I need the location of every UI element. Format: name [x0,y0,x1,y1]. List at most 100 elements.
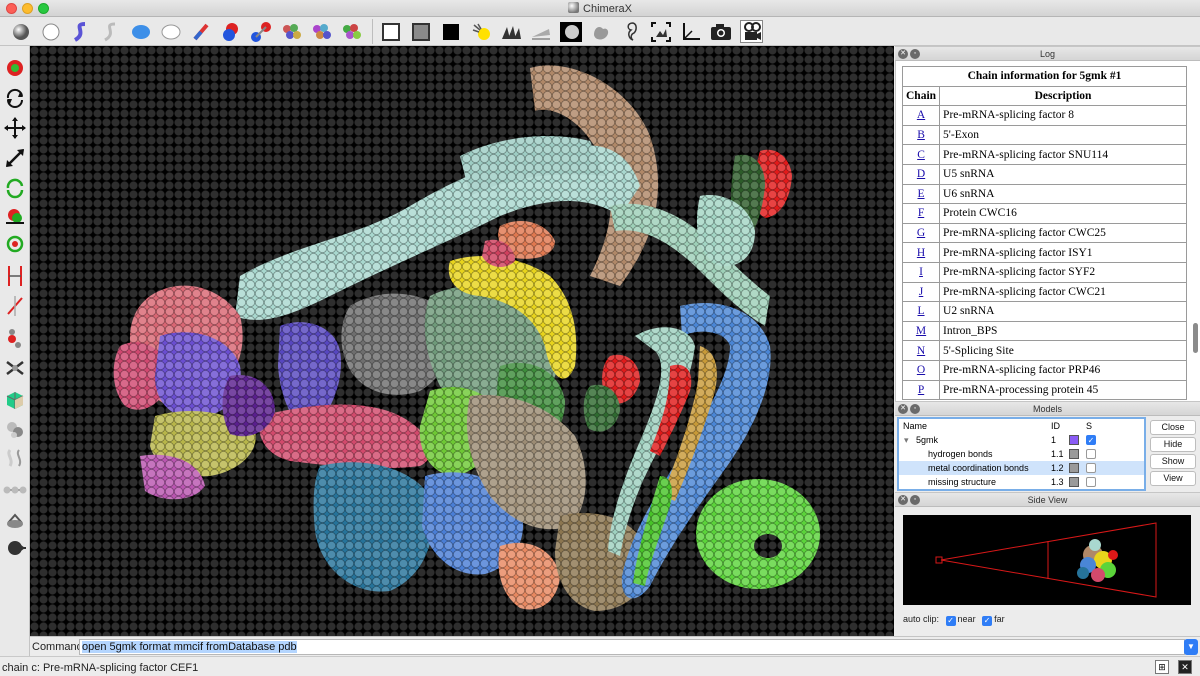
chain-link[interactable]: B [917,129,925,141]
model-row[interactable]: missing structure 1.3 [899,475,1144,489]
rainbow-icon[interactable] [340,20,363,43]
gray-background-icon[interactable] [409,20,432,43]
command-bar: Command: open 5gmk format mmcif fromData… [30,636,1200,656]
black-background-icon[interactable] [439,20,462,43]
chain-link[interactable]: I [919,266,923,278]
chain-link[interactable]: P [918,384,924,396]
distance-icon[interactable] [3,326,27,350]
chain-link[interactable]: L [918,305,925,317]
show-model-button[interactable]: Show [1150,454,1196,469]
view-model-button[interactable]: View [1150,471,1196,486]
stick-icon[interactable] [189,20,212,43]
model-color-swatch[interactable] [1069,463,1079,473]
rotate-mode-icon[interactable] [3,86,27,110]
chain-link[interactable]: D [917,168,925,180]
chain-description: Pre-mRNA-splicing factor 8 [939,105,1187,126]
model-color-swatch[interactable] [1069,435,1079,445]
model-shown-checkbox[interactable]: ✓ [1086,435,1096,445]
zoom-mode-icon[interactable] [3,146,27,170]
stop-icon[interactable]: ✕ [1178,660,1192,674]
chain-link[interactable]: H [917,247,925,259]
close-panel-icon[interactable]: ✕ [898,404,908,414]
simple-lighting-icon[interactable] [469,20,492,43]
models-panel-title: Models [1032,404,1062,414]
chain-link[interactable]: N [917,345,925,357]
chain-link[interactable]: E [918,188,925,200]
sphere-icon[interactable] [219,20,242,43]
models-tree[interactable]: Name ID S ▾ 5gmk 1 ✓ hydrogen bonds 1.1 … [897,417,1146,491]
molecule-render [30,46,894,636]
silhouettes-icon[interactable] [589,20,612,43]
view-all-icon[interactable] [649,20,672,43]
bond-rotation-icon[interactable] [3,446,27,470]
chain-description: Pre-mRNA-splicing factor CWC25 [939,222,1187,244]
chain-link[interactable]: C [917,149,925,161]
undock-panel-icon[interactable]: ◦ [910,49,920,59]
model-shown-checkbox[interactable] [1086,449,1096,459]
close-panel-icon[interactable]: ✕ [898,495,908,505]
color-by-polymer-icon[interactable] [310,20,333,43]
hide-cartoon-icon[interactable] [98,20,121,43]
chain-link[interactable]: A [917,109,925,121]
tug-atoms-icon[interactable] [3,478,27,502]
chain-link[interactable]: M [916,325,926,337]
model-color-swatch[interactable] [1069,477,1079,487]
hide-model-button[interactable]: Hide [1150,437,1196,452]
command-history-dropdown-icon[interactable]: ▼ [1184,639,1198,655]
selection-inspector-icon[interactable]: ⊞ [1155,660,1169,674]
near-clip-checkbox[interactable]: ✓ [945,616,956,626]
model-row-selected[interactable]: metal coordination bonds 1.2 [899,461,1144,475]
atoms-ball-icon[interactable] [9,20,32,43]
seahorse-icon[interactable] [619,20,642,43]
side-view-canvas[interactable] [903,515,1191,605]
undock-panel-icon[interactable]: ◦ [910,495,920,505]
model-shown-checkbox[interactable] [1086,477,1096,487]
expand-arrow-icon[interactable]: ▾ [904,433,909,447]
contour-level-icon[interactable] [3,536,27,560]
soft-lighting-icon[interactable] [499,20,522,43]
log-scrollbar[interactable] [1193,323,1198,353]
clip-rotate-icon[interactable] [3,294,27,318]
model-shown-checkbox[interactable] [1086,463,1096,473]
map-values-icon[interactable] [3,418,27,442]
move-selected-icon[interactable] [3,204,27,228]
hide-atoms-icon[interactable] [39,20,62,43]
translate-mode-icon[interactable] [3,116,27,140]
chain-link[interactable]: F [918,207,924,219]
chain-column-header: Chain [901,85,941,107]
zone-icon[interactable] [3,508,27,532]
chain-link[interactable]: O [917,364,925,376]
close-panel-icon[interactable]: ✕ [898,49,908,59]
far-clip-checkbox[interactable]: ✓ [982,616,993,626]
chain-link[interactable]: G [917,227,925,239]
model-row[interactable]: hydrogen bonds 1.1 [899,447,1144,461]
full-lighting-icon[interactable] [529,20,552,43]
atom-bead-texture [30,46,894,636]
ball-and-stick-icon[interactable] [249,20,272,43]
flat-lighting-icon[interactable] [559,20,582,43]
model-row[interactable]: ▾ 5gmk 1 ✓ [899,433,1144,447]
color-by-chain-icon[interactable] [280,20,303,43]
pick-blobs-icon[interactable] [3,388,27,412]
close-model-button[interactable]: Close [1150,420,1196,435]
window-title-text: ChimeraX [583,3,632,15]
command-input[interactable]: open 5gmk format mmcif fromDatabase pdb [79,639,1185,655]
model-id: 1.2 [1051,463,1064,473]
orient-axes-icon[interactable] [679,20,702,43]
snapshot-camera-icon[interactable] [709,20,732,43]
model-color-swatch[interactable] [1069,449,1079,459]
log-panel[interactable]: Chain information for 5gmk #1 Chain Desc… [895,61,1200,401]
record-movie-icon[interactable] [740,20,763,43]
rotate-selected-icon[interactable] [3,176,27,200]
surface-icon[interactable] [129,20,152,43]
select-mode-icon[interactable] [3,56,27,80]
white-background-icon[interactable] [379,20,402,43]
cartoon-icon[interactable] [68,20,91,43]
graphics-window[interactable] [30,46,894,636]
clip-mode-icon[interactable] [3,264,27,288]
chain-link[interactable]: J [919,286,923,298]
move-picked-icon[interactable] [3,232,27,256]
swapaa-icon[interactable] [3,356,27,380]
hide-surface-icon[interactable] [159,20,182,43]
undock-panel-icon[interactable]: ◦ [910,404,920,414]
